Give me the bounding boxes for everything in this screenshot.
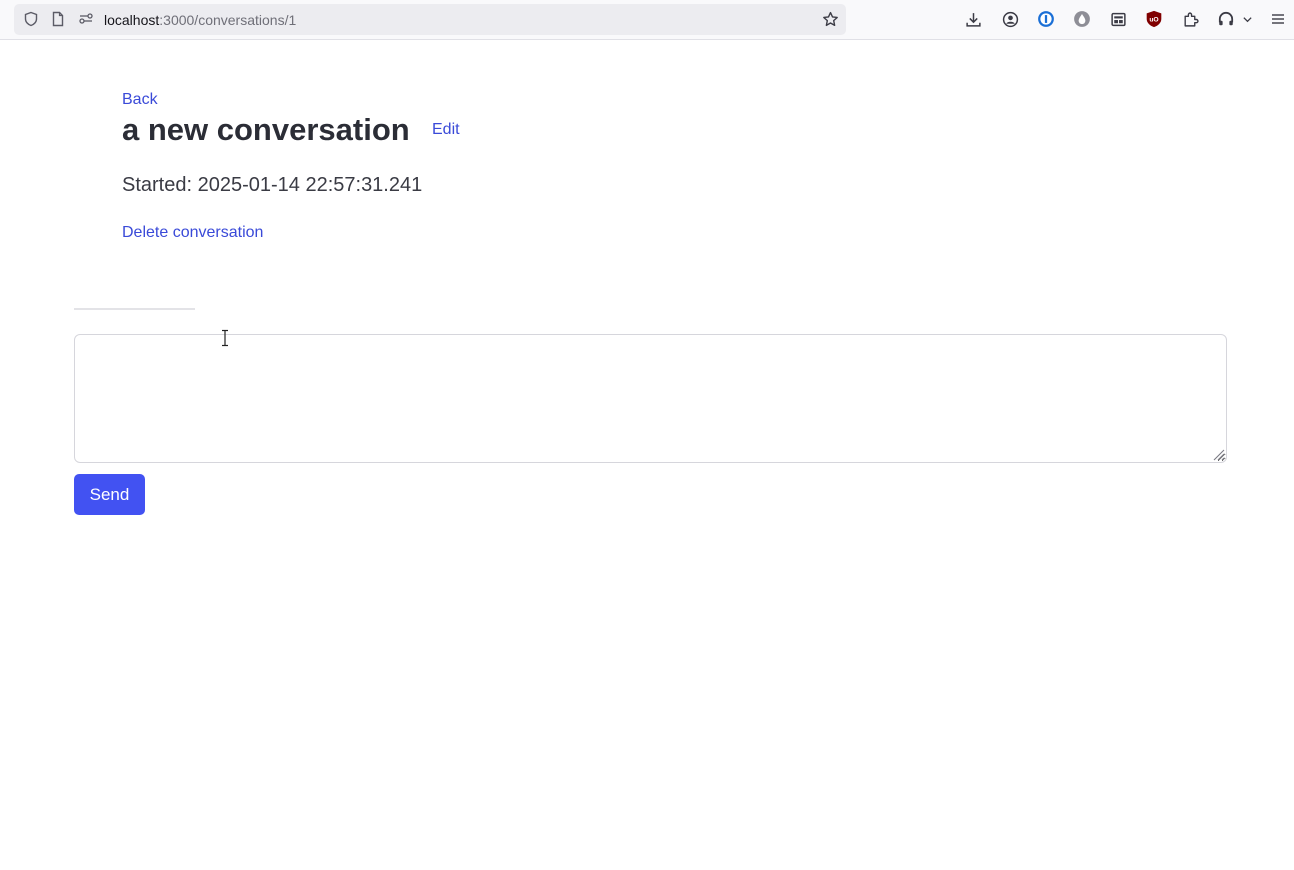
permissions-icon[interactable] bbox=[77, 10, 95, 28]
shield-icon[interactable] bbox=[22, 10, 40, 28]
started-timestamp: Started: 2025-01-14 22:57:31.241 bbox=[122, 174, 423, 196]
divider bbox=[74, 308, 195, 310]
url-bar[interactable]: localhost:3000/conversations/1 bbox=[14, 4, 846, 35]
page-title: a new conversation bbox=[122, 112, 410, 147]
bookmark-star-icon[interactable] bbox=[821, 10, 839, 28]
text-cursor-icon bbox=[219, 329, 231, 347]
send-button[interactable]: Send bbox=[74, 474, 145, 515]
delete-conversation-link[interactable]: Delete conversation bbox=[122, 223, 263, 243]
account-icon[interactable] bbox=[1000, 9, 1020, 29]
download-icon[interactable] bbox=[963, 9, 983, 29]
extension-drop-icon[interactable] bbox=[1072, 9, 1092, 29]
browser-toolbar: localhost:3000/conversations/1 uO bbox=[0, 0, 1294, 40]
url-host: localhost bbox=[104, 12, 160, 28]
chevron-down-icon[interactable] bbox=[1240, 9, 1254, 29]
message-input[interactable] bbox=[74, 334, 1227, 463]
headphones-icon[interactable] bbox=[1216, 9, 1236, 29]
extensions-icon[interactable] bbox=[1180, 9, 1200, 29]
url-path: :3000/conversations/1 bbox=[159, 12, 297, 28]
url-text[interactable]: localhost:3000/conversations/1 bbox=[104, 12, 296, 28]
svg-text:uO: uO bbox=[1149, 17, 1158, 24]
password-manager-icon[interactable] bbox=[1036, 9, 1056, 29]
back-link[interactable]: Back bbox=[122, 90, 158, 110]
edit-link[interactable]: Edit bbox=[432, 120, 460, 140]
page-icon[interactable] bbox=[49, 10, 67, 28]
reader-icon[interactable] bbox=[1108, 9, 1128, 29]
resize-grip-icon[interactable] bbox=[1211, 447, 1225, 461]
ublock-icon[interactable]: uO bbox=[1144, 9, 1164, 29]
menu-icon[interactable] bbox=[1268, 9, 1288, 29]
